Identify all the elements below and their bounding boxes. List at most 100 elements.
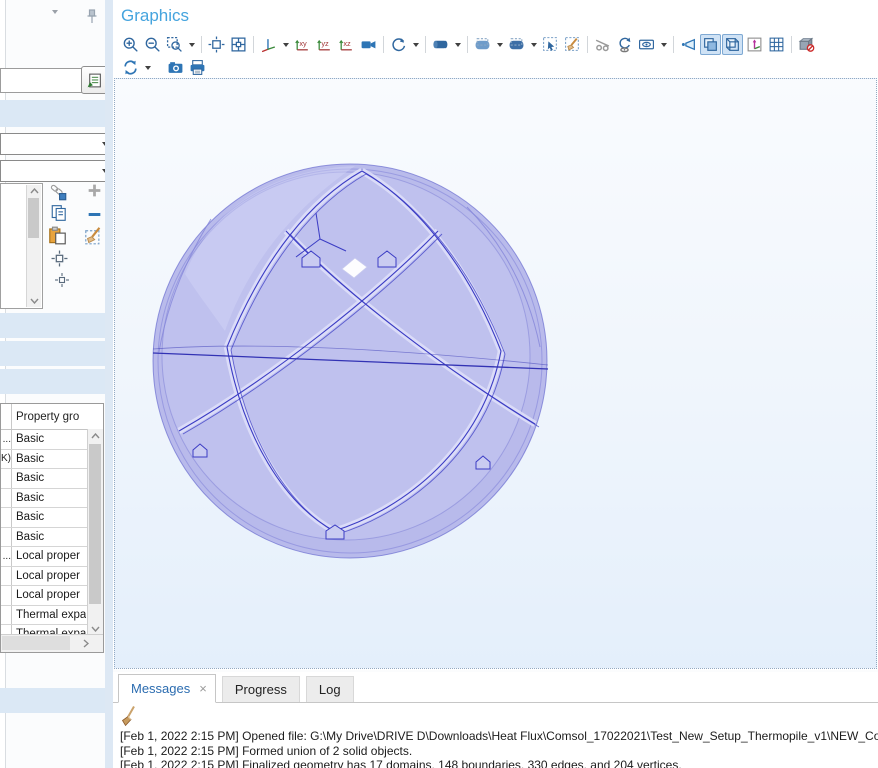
hide-selected-button[interactable] (592, 34, 613, 55)
selection-combobox-2[interactable] (0, 160, 114, 182)
rotate-dropdown[interactable] (410, 34, 421, 55)
scene-appearance-button[interactable] (430, 34, 451, 55)
section-header-band[interactable] (0, 313, 111, 338)
show-grid-button[interactable] (766, 34, 787, 55)
reset-hiding-button[interactable] (614, 34, 635, 55)
tab-log[interactable]: Log (305, 676, 354, 702)
show-axis-orientation-button[interactable] (744, 34, 765, 55)
scene-light-button[interactable] (678, 34, 699, 55)
zoom-box-icon (166, 36, 182, 52)
go-to-xz-view-icon: xz (339, 39, 352, 51)
snapshot-button[interactable] (165, 57, 186, 78)
zoom-out-button[interactable] (142, 34, 163, 55)
tab-label: Messages (131, 681, 191, 696)
zoom-in-button[interactable] (120, 34, 141, 55)
selection-combobox-1[interactable] (0, 133, 114, 155)
tab-label: Progress (234, 682, 287, 697)
default-3d-view-dropdown[interactable] (280, 34, 291, 55)
view-hidden-button[interactable] (636, 34, 657, 55)
zoom-in-icon (123, 37, 138, 52)
scroll-down-icon (91, 626, 100, 632)
copy-button[interactable] (50, 204, 68, 227)
tab-messages[interactable]: Messages × (118, 674, 216, 703)
panel-collapse-button[interactable] (52, 10, 58, 32)
scene-appearance-dropdown[interactable] (452, 34, 463, 55)
clear-selection-button[interactable] (84, 226, 103, 250)
select-box-icon (543, 37, 557, 51)
environment-reflections-icon (124, 60, 137, 75)
snapshot-icon (168, 62, 183, 73)
move-button[interactable] (54, 272, 70, 293)
graphics-canvas[interactable] (114, 78, 877, 669)
table-header-row: Property gro (1, 404, 103, 430)
selection-listbox[interactable] (0, 183, 43, 309)
print-button[interactable] (187, 57, 208, 78)
section-header-band[interactable] (0, 100, 111, 127)
add-button[interactable] (86, 182, 103, 204)
view-camera-button[interactable] (358, 34, 379, 55)
table-hscrollbar[interactable] (1, 634, 103, 652)
clear-messages-button[interactable] (120, 705, 140, 727)
image-export-button[interactable] (472, 34, 493, 55)
view-camera-icon (361, 41, 376, 49)
graphics-toolbar-row1: xy yz xz (113, 33, 878, 56)
add-icon (88, 184, 101, 197)
scrollbar-thumb[interactable] (28, 198, 39, 238)
scroll-down-icon (30, 298, 39, 304)
zoom-to-selection-button[interactable] (228, 34, 249, 55)
log-output[interactable]: [Feb 1, 2022 2:15 PM] Opened file: G:\My… (113, 729, 878, 768)
zoom-box-dropdown[interactable] (186, 34, 197, 55)
hide-geometry-button[interactable] (796, 34, 817, 55)
svg-text:yz: yz (321, 39, 329, 48)
reset-hiding-icon (619, 37, 631, 53)
section-header-band[interactable] (0, 341, 111, 366)
animation-export-icon (509, 38, 524, 50)
tab-progress[interactable]: Progress (221, 676, 300, 702)
view-hidden-icon (639, 39, 654, 50)
svg-text:xz: xz (343, 39, 351, 48)
copy-icon (51, 205, 66, 221)
graphics-toolbar-row2 (113, 56, 878, 79)
view-hidden-dropdown[interactable] (658, 34, 669, 55)
zoom-to-selection-icon (231, 37, 246, 52)
select-box-button[interactable] (540, 34, 561, 55)
image-export-dropdown[interactable] (494, 34, 505, 55)
listbox-scrollbar[interactable] (26, 185, 41, 307)
section-header-band[interactable] (0, 688, 111, 713)
go-to-source-icon (87, 73, 101, 87)
zoom-box-button[interactable] (164, 34, 185, 55)
expression-input[interactable] (0, 68, 85, 93)
scrollbar-thumb[interactable] (89, 444, 101, 604)
hide-selected-icon (595, 39, 610, 52)
section-header-band[interactable] (0, 369, 111, 394)
pin-icon (87, 9, 97, 23)
paste-button[interactable] (48, 226, 67, 250)
property-table: Property gro ... Basic K) Basic Basic Basi… (0, 403, 104, 653)
go-to-xz-view-button[interactable]: xz (336, 34, 357, 55)
default-3d-view-button[interactable] (258, 34, 279, 55)
zoom-extents-button[interactable] (206, 34, 227, 55)
environment-reflections-dropdown[interactable] (142, 57, 153, 78)
go-to-xy-view-button[interactable]: xy (292, 34, 313, 55)
scroll-up-icon (91, 433, 100, 439)
messages-toolbar (113, 703, 878, 729)
close-icon[interactable]: × (199, 682, 207, 695)
pin-button[interactable] (84, 8, 100, 31)
transparency-button[interactable] (700, 34, 721, 55)
go-to-xy-view-icon: xy (295, 39, 308, 51)
animation-export-button[interactable] (506, 34, 527, 55)
default-3d-view-icon (261, 39, 276, 53)
remove-button[interactable] (86, 206, 103, 228)
scrollbar-thumb[interactable] (2, 636, 70, 650)
go-to-source-button[interactable] (81, 66, 108, 94)
paste-icon (49, 226, 66, 245)
zoom-to-selection-button[interactable] (51, 250, 68, 272)
panel-divider[interactable] (105, 0, 113, 768)
rotate-button[interactable] (388, 34, 409, 55)
wireframe-rendering-button[interactable] (722, 34, 743, 55)
go-to-yz-view-button[interactable]: yz (314, 34, 335, 55)
animation-export-dropdown[interactable] (528, 34, 539, 55)
clear-selection-button[interactable] (562, 34, 583, 55)
table-vscrollbar[interactable] (87, 429, 103, 636)
environment-reflections-button[interactable] (120, 57, 141, 78)
